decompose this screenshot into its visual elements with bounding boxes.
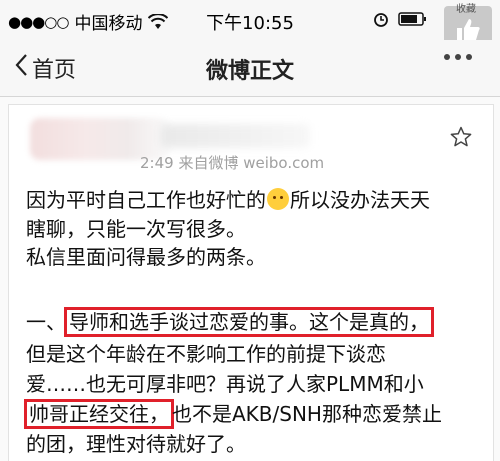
post-line-4: 一、 导师和选手谈过恋爱的事。这个是真的， [26, 307, 434, 337]
post-line-6: 爱……也无可厚非吧？再说了人家PLMM和小 [26, 372, 424, 396]
status-right [372, 10, 428, 32]
alarm-icon [372, 10, 390, 32]
post-line-1: 因为平时自己工作也好忙的 所以没办法天天 [26, 186, 430, 214]
status-bar: ●●●○○ 中国移动 下午10:55 收藏 [0, 0, 500, 54]
post-line-8: 的团，理性对待就好了。 [26, 432, 246, 456]
star-icon[interactable] [450, 126, 472, 152]
highlighted-text: 帅哥正经交往， [24, 399, 174, 429]
post-line-2: 瞎聊，只能一次写很多。 [26, 217, 246, 241]
post-line-3: 私信里面问得最多的两条。 [26, 245, 266, 269]
battery-icon [398, 11, 428, 31]
post-meta: 2:49 来自微博 weibo.com [140, 154, 325, 172]
post-text-segment: 也不是AKB/SNH那种恋爱禁止 [172, 402, 442, 426]
highlighted-text: 导师和选手谈过恋爱的事。这个是真的， [64, 307, 434, 337]
collect-label: 收藏 [456, 4, 476, 15]
sweat-smile-emoji-icon [267, 188, 289, 210]
post-line-5: 但是这个年龄在不影响工作的前提下谈恋 [26, 342, 386, 366]
post-text-segment: 所以没办法天天 [290, 188, 430, 212]
post-line-7: 帅哥正经交往， 也不是AKB/SNH那种恋爱禁止 [24, 399, 442, 429]
more-options-icon[interactable] [444, 54, 472, 60]
page-title: 微博正文 [205, 59, 294, 84]
post-text-segment: 一、 [26, 310, 66, 334]
username-blurred[interactable] [160, 124, 310, 148]
nav-bar: 首页 微博正文 [0, 40, 500, 97]
post-text-segment: 因为平时自己工作也好忙的 [26, 188, 266, 212]
